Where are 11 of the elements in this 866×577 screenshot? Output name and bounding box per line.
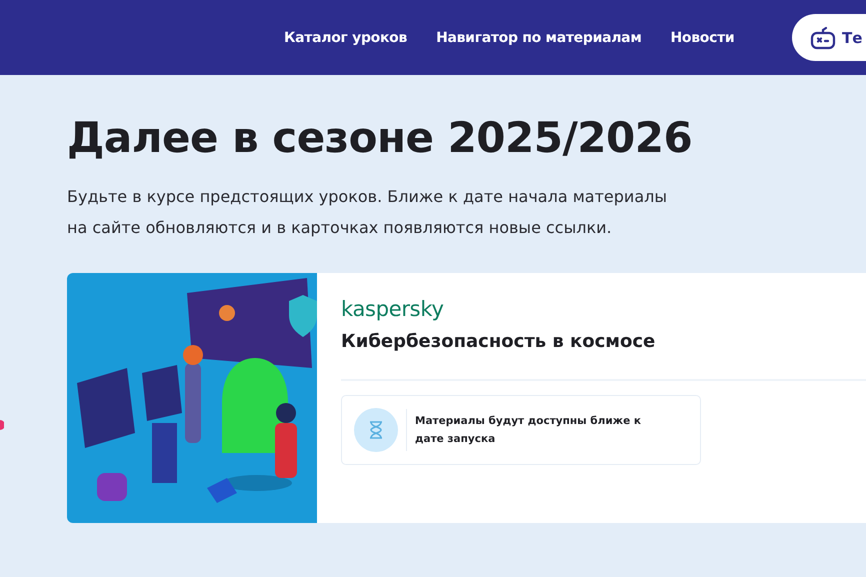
section-description: Будьте в курсе предстоящих уроков. Ближе к дате начала материалы на сайте обновляются и в карточках появляются новые ссылки.	[67, 186, 668, 240]
notice-text: Материалы будут доступны ближе к дате запуска	[406, 409, 645, 452]
nav-link[interactable]: Навигатор по материалам	[436, 30, 642, 46]
hourglass-icon	[354, 408, 398, 452]
section-title: Далее в сезоне 2025/2026	[67, 113, 694, 164]
nav-link[interactable]: Новости	[670, 30, 734, 46]
nav-link[interactable]: Каталог уроков	[284, 30, 408, 46]
robot-icon	[810, 26, 836, 50]
partner-logo: kaspersky	[341, 297, 445, 322]
card-title: Кибербезопасность в космосе	[341, 331, 656, 352]
chat-bot-button[interactable]: Те	[792, 14, 866, 61]
